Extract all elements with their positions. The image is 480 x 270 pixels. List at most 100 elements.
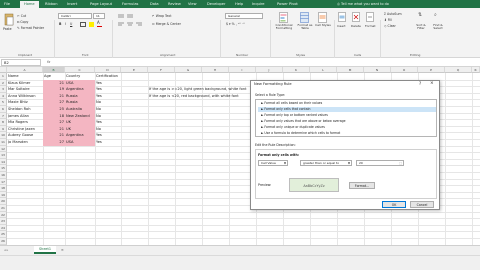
cell-country[interactable]: Argentina <box>65 86 95 93</box>
rule-type-item[interactable]: ► Format only unique or duplicate values <box>258 125 436 130</box>
insert-cells-icon[interactable] <box>338 12 346 22</box>
row-header-3[interactable]: 3 <box>0 86 7 93</box>
cell-name[interactable]: Mia Rogers <box>8 119 42 126</box>
operator-dropdown[interactable]: greater than or equal to ▼ <box>300 160 352 166</box>
cell-name[interactable]: Christine Jaxen <box>8 126 42 133</box>
cell-certification[interactable]: Yes <box>96 132 120 139</box>
cell-age[interactable]: 27 <box>43 99 65 106</box>
find-select-icon[interactable]: ⌕ <box>434 12 442 22</box>
sheet-tab-sheet1[interactable]: Sheet1 <box>34 246 56 254</box>
cell-styles-button[interactable]: Cell Styles <box>315 23 331 27</box>
cell-name[interactable]: Aubrey Goose <box>8 132 42 139</box>
row-header-11[interactable]: 11 <box>0 139 7 146</box>
tab-inquire[interactable]: Inquire <box>252 2 265 7</box>
row-header-26[interactable]: 26 <box>0 238 7 245</box>
format-cells-icon[interactable] <box>366 12 374 22</box>
cell-name[interactable]: Sheldon Roh <box>8 106 42 113</box>
row-header-9[interactable]: 9 <box>0 125 7 133</box>
align-icons[interactable] <box>117 13 143 27</box>
cell-age[interactable]: 21 <box>43 132 65 139</box>
row-header-7[interactable]: 7 <box>0 112 7 120</box>
clear-button[interactable]: ◇ Clear <box>384 24 396 28</box>
sort-filter-button[interactable]: Sort & Filter <box>414 23 428 31</box>
cut-button[interactable]: ✂ Cut <box>17 14 26 18</box>
format-painter-button[interactable]: ✎ Format Painter <box>17 26 44 30</box>
row-header-16[interactable]: 16 <box>0 172 7 179</box>
row-header-10[interactable]: 10 <box>0 132 7 139</box>
row-header-14[interactable]: 14 <box>0 158 7 166</box>
column-header-p[interactable]: P <box>418 67 445 73</box>
row-header-4[interactable]: 4 <box>0 92 7 100</box>
cell-age[interactable]: 27 <box>43 119 65 126</box>
borders-icon[interactable] <box>80 22 86 27</box>
row-header-19[interactable]: 19 <box>0 191 7 199</box>
collapse-range-icon[interactable]: ⬚ <box>399 161 402 165</box>
cancel-button[interactable]: Cancel <box>410 201 434 208</box>
fill-button[interactable]: ⬇ Fill <box>384 18 392 22</box>
row-header-15[interactable]: 15 <box>0 165 7 172</box>
header-country[interactable]: Country <box>66 73 94 80</box>
merge-center-button[interactable]: ⇔ Merge & Center <box>152 22 181 26</box>
tell-me-search[interactable]: ◎ Tell me what you want to do <box>337 2 427 6</box>
cell-age[interactable]: 21 <box>43 92 65 100</box>
cell-name[interactable]: Anna Wilkinson <box>8 93 42 100</box>
row-header-22[interactable]: 22 <box>0 211 7 219</box>
column-header-l[interactable]: L <box>310 67 337 73</box>
help-icon[interactable]: ? <box>419 81 421 86</box>
row-header-1[interactable]: 1 <box>0 73 7 80</box>
header-certification[interactable]: Certification <box>96 73 122 80</box>
insert-button[interactable]: Insert <box>337 24 346 28</box>
tab-power-pivot[interactable]: Power Pivot <box>277 2 298 7</box>
bold-button[interactable]: B <box>59 22 61 26</box>
cell-certification[interactable]: No <box>96 113 120 120</box>
tab-ribbon[interactable]: Ribbon <box>45 2 58 7</box>
rule-type-item[interactable]: ► Format only values that are above or b… <box>258 119 436 124</box>
conditional-formatting-button[interactable]: Conditional Formatting <box>272 23 296 31</box>
row-header-18[interactable]: 18 <box>0 185 7 192</box>
tab-help[interactable]: Help <box>235 2 243 7</box>
autosum-button[interactable]: Σ AutoSum <box>384 12 402 16</box>
cell-certification[interactable]: No <box>96 106 120 113</box>
font-size-dropdown[interactable]: 11 <box>93 13 105 19</box>
row-header-6[interactable]: 6 <box>0 106 7 113</box>
cell-country[interactable]: Russia <box>65 92 95 100</box>
rule-type-item[interactable]: ► Format only top or bottom ranked value… <box>258 113 436 118</box>
cell-age[interactable]: 25 <box>43 106 65 113</box>
fill-color-icon[interactable] <box>89 22 94 27</box>
condition-value-input[interactable]: 20 ⬚ <box>356 160 404 166</box>
name-box[interactable]: B2 <box>1 59 41 66</box>
cell-certification[interactable]: Yes <box>96 93 120 100</box>
delete-cells-icon[interactable] <box>352 12 360 22</box>
column-header-e[interactable]: E <box>121 67 148 73</box>
cell-country[interactable]: Argentina <box>65 132 95 139</box>
cell-country[interactable]: Australia <box>65 106 95 113</box>
ok-button[interactable]: OK <box>382 201 406 208</box>
paste-button[interactable]: Paste <box>3 27 12 31</box>
close-icon[interactable]: × <box>430 81 434 86</box>
row-header-20[interactable]: 20 <box>0 198 7 205</box>
add-sheet-icon[interactable]: ⊕ <box>61 248 64 252</box>
italic-button[interactable]: I <box>65 22 66 26</box>
column-header-h[interactable]: H <box>202 67 229 73</box>
cell-country[interactable]: USA <box>65 139 95 146</box>
column-header-i[interactable]: I <box>229 67 256 73</box>
wrap-text-button[interactable]: ↵ Wrap Text <box>152 14 171 18</box>
row-header-23[interactable]: 23 <box>0 218 7 225</box>
tab-formulas[interactable]: Formulas <box>122 2 138 7</box>
column-header-n[interactable]: N <box>364 67 391 73</box>
cell-country[interactable]: UK <box>65 119 95 126</box>
rule-type-item[interactable]: ► Format all cells based on their values <box>258 101 436 106</box>
format-as-table-button[interactable]: Format as Table <box>296 23 314 31</box>
paste-icon[interactable] <box>4 12 14 26</box>
column-header-r[interactable]: R <box>472 67 480 73</box>
column-header-j[interactable]: J <box>256 67 283 73</box>
tab-data[interactable]: Data <box>150 2 159 7</box>
column-header-k[interactable]: K <box>283 67 310 73</box>
underline-button[interactable]: U <box>70 22 72 26</box>
tab-insert[interactable]: Insert <box>67 2 77 7</box>
column-header-g[interactable]: G <box>175 67 202 73</box>
cell-certification[interactable]: Yes <box>96 119 120 126</box>
column-header-o[interactable]: O <box>391 67 418 73</box>
tab-home[interactable]: Home <box>20 1 39 8</box>
row-header-24[interactable]: 24 <box>0 224 7 232</box>
